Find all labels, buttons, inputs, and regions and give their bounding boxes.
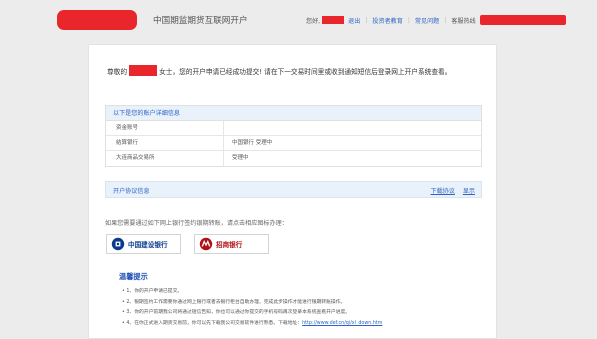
list-item: • 3、你的开户前期我公司将通过短信告知，你也可以通过你提交的手机号码再次登录本… xyxy=(122,310,351,316)
table-row: 结算银行 中国银行 受理中 xyxy=(106,136,481,151)
submission-notice: 尊敬的 女士，您的开户申请已经成功提交! 请在下一交易时间里或收到通知短信后登录… xyxy=(107,65,451,76)
redacted-logo xyxy=(57,10,137,30)
agreement-info-bar: 开户协议信息 下载协议 显示 xyxy=(105,181,482,198)
cmb-logo-icon xyxy=(199,237,213,251)
greeting-label: 您好, xyxy=(306,17,321,25)
notice-message: 女士，您的开户申请已经成功提交! 请在下一交易时间里或收到通知短信后登录网上开户… xyxy=(159,67,452,76)
row-label: 结算银行 xyxy=(106,136,224,150)
list-item: • 2、银期签约工作需要你通过网上银行或者去银行柜台自助办理，完成此步操作才能进… xyxy=(122,299,346,305)
table-row: 资金账号 xyxy=(106,121,481,136)
nav-separator: | xyxy=(365,16,368,24)
row-value: 受理中 xyxy=(232,155,249,161)
top-bar: 中国期监期货互联网开户 您好, 退出 | 投资者教育 | 常见问题 | 客服热线 xyxy=(0,0,597,40)
hotline-label: 客服热线 xyxy=(451,17,476,25)
logout-link[interactable]: 退出 xyxy=(348,16,360,25)
ccb-bank-name: 中国建设银行 xyxy=(128,241,168,249)
redacted-hotline-number xyxy=(479,15,566,25)
row-label: 大连商品交易所 xyxy=(106,151,224,166)
download-agreement-link[interactable]: 下载协议 xyxy=(431,188,455,195)
cmb-bank-button[interactable]: 招商银行 xyxy=(194,234,269,254)
list-item: • 4、在你正式进入期货交易前，你可以先下载我公司交易软件进行熟悉。下载地址：h… xyxy=(122,319,382,330)
top-nav: 您好, 退出 | 投资者教育 | 常见问题 | 客服热线 xyxy=(306,15,566,25)
list-item: • 1、你的开户申请已提交。 xyxy=(122,289,183,294)
agreement-label: 开户协议信息 xyxy=(113,188,150,195)
faq-link[interactable]: 常见问题 xyxy=(415,16,439,25)
row-value: 中国银行 受理中 xyxy=(232,140,273,146)
ccb-logo-icon xyxy=(111,237,125,251)
show-agreement-link[interactable]: 显示 xyxy=(463,188,475,195)
main-panel: 尊敬的 女士，您的开户申请已经成功提交! 请在下一交易时间里或收到通知短信后登录… xyxy=(88,44,497,339)
ccb-bank-button[interactable]: 中国建设银行 xyxy=(106,234,181,254)
cmb-bank-name: 招商银行 xyxy=(216,241,243,249)
account-details-heading: 以下是您的账户详细信息 xyxy=(106,106,481,121)
account-details-table: 以下是您的账户详细信息 资金账号 结算银行 中国银行 受理中 大连商品交易所 受… xyxy=(105,105,482,167)
notice-prefix: 尊敬的 xyxy=(107,67,128,76)
software-download-link[interactable]: http://www.def.cn/qi/xl_down.htm xyxy=(302,321,382,326)
row-value xyxy=(224,121,232,135)
table-row: 大连商品交易所 受理中 xyxy=(106,151,481,166)
nav-separator: | xyxy=(407,16,410,24)
row-label: 资金账号 xyxy=(106,121,224,135)
tips-list: • 1、你的开户申请已提交。 • 2、银期签约工作需要你通过网上银行或者去银行柜… xyxy=(122,287,382,329)
tip-text: • 4、在你正式进入期货交易前，你可以先下载我公司交易软件进行熟悉。下载地址： xyxy=(122,320,303,326)
nav-separator: | xyxy=(444,16,447,24)
redacted-username xyxy=(322,16,345,24)
bank-signup-prompt: 如果您需要通过如下网上银行签约银期转账，请点击相应图标办理： xyxy=(105,220,288,227)
agreement-links: 下载协议 显示 xyxy=(425,186,476,195)
tips-title: 温馨提示 xyxy=(119,272,148,281)
site-title: 中国期监期货互联网开户 xyxy=(153,16,248,26)
redacted-customer-name xyxy=(129,65,158,76)
investor-education-link[interactable]: 投资者教育 xyxy=(372,16,402,25)
